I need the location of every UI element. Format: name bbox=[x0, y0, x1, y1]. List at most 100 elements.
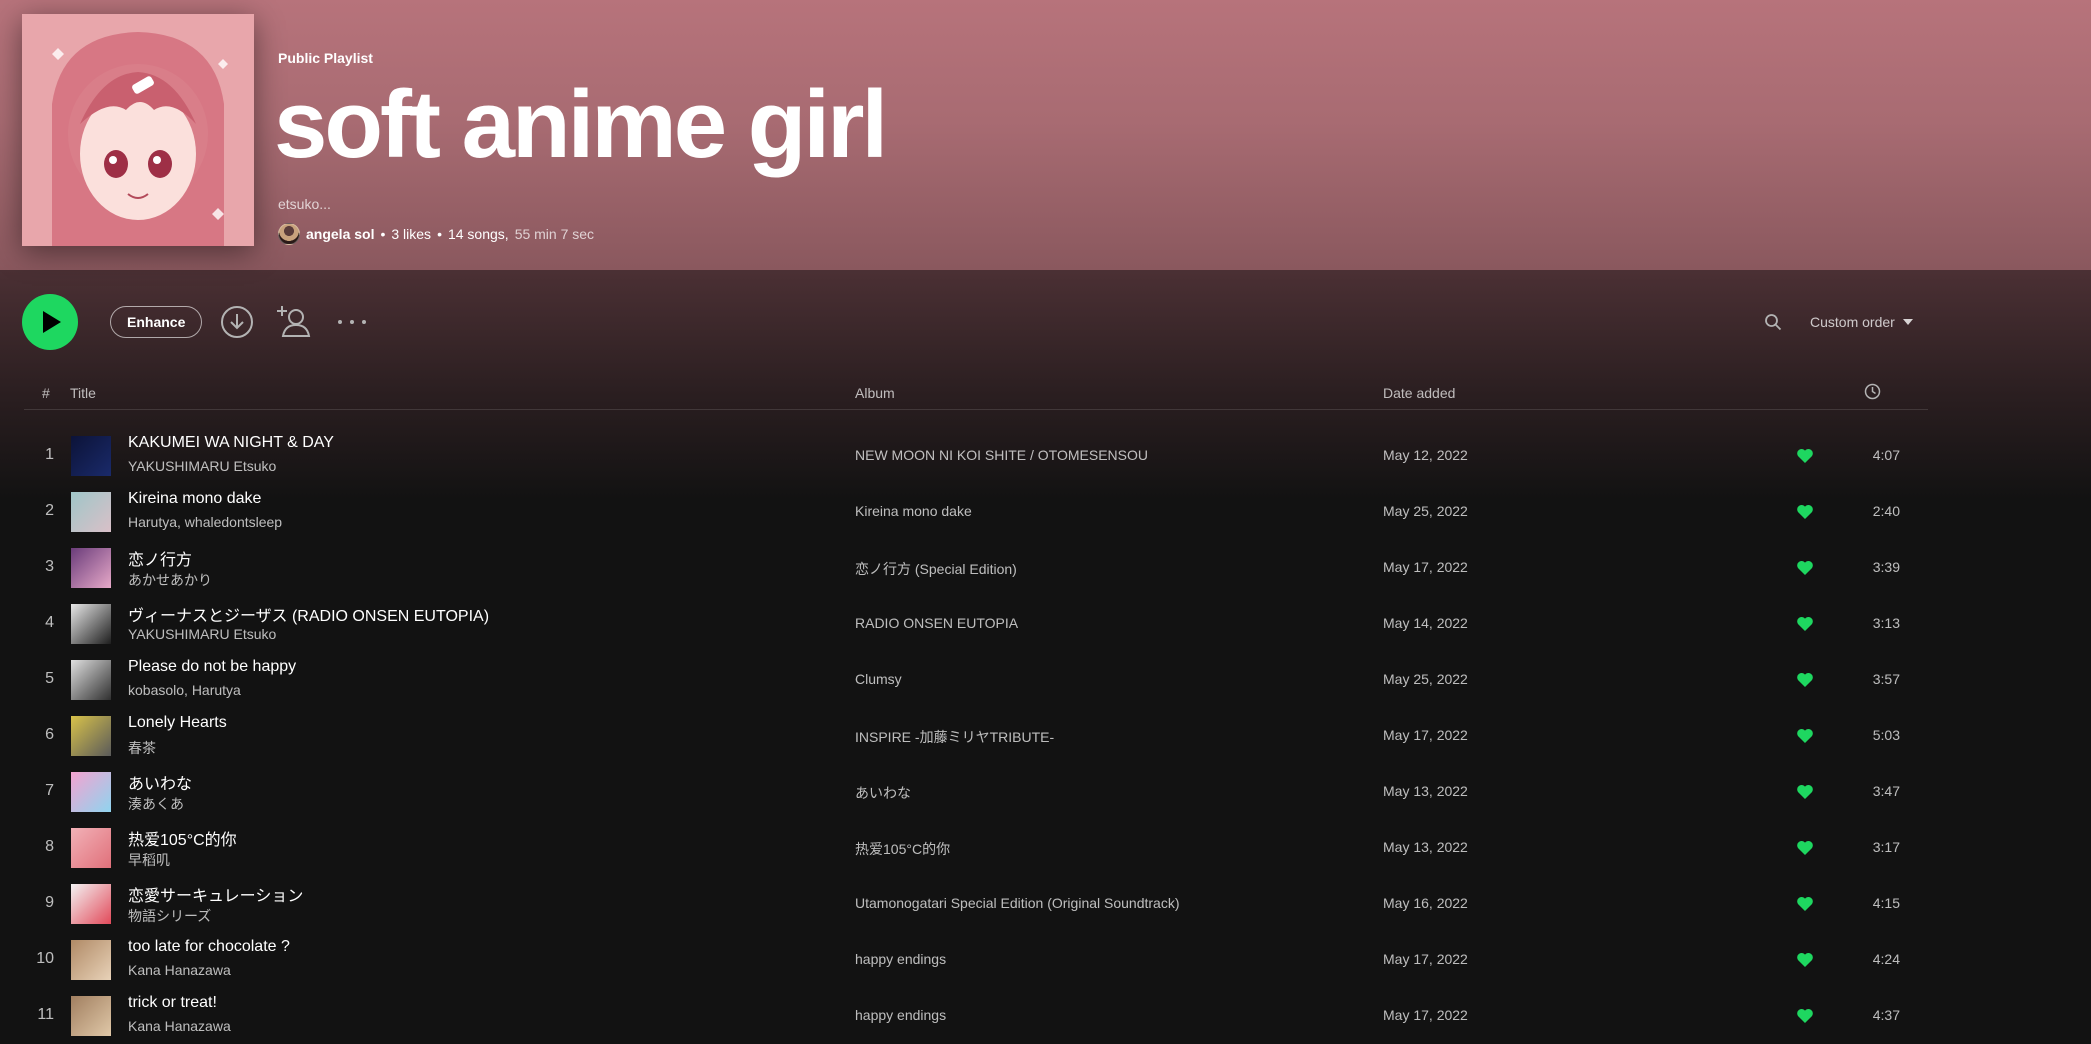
heart-icon[interactable] bbox=[1796, 503, 1814, 521]
track-album[interactable]: NEW MOON NI KOI SHITE / OTOMESENSOU bbox=[855, 447, 1148, 463]
track-title[interactable]: ヴィーナスとジーザス (RADIO ONSEN EUTOPIA) bbox=[128, 602, 489, 626]
column-album[interactable]: Album bbox=[855, 385, 895, 401]
track-date-added: May 17, 2022 bbox=[1383, 1007, 1468, 1023]
table-row[interactable]: 11 trick or treat! Kana Hanazawa happy e… bbox=[24, 988, 1928, 1044]
track-artist[interactable]: Harutya, whaledontsleep bbox=[128, 514, 282, 530]
table-row[interactable]: 4 ヴィーナスとジーザス (RADIO ONSEN EUTOPIA) YAKUS… bbox=[24, 596, 1928, 652]
track-album[interactable]: INSPIRE -加藤ミリヤTRIBUTE- bbox=[855, 727, 1054, 747]
album-art bbox=[71, 604, 111, 644]
track-date-added: May 17, 2022 bbox=[1383, 951, 1468, 967]
track-album[interactable]: Utamonogatari Special Edition (Original … bbox=[855, 895, 1180, 911]
heart-icon[interactable] bbox=[1796, 615, 1814, 633]
track-artist[interactable]: Kana Hanazawa bbox=[128, 1018, 231, 1034]
album-art bbox=[71, 548, 111, 588]
track-title[interactable]: あいわな bbox=[128, 770, 192, 794]
track-album[interactable]: Clumsy bbox=[855, 671, 902, 687]
table-row[interactable]: 10 too late for chocolate ? Kana Hanazaw… bbox=[24, 932, 1928, 988]
owner-link[interactable]: angela sol bbox=[306, 226, 374, 242]
track-title[interactable]: trick or treat! bbox=[128, 994, 217, 1012]
clock-icon bbox=[1864, 383, 1881, 400]
add-user-icon bbox=[277, 306, 311, 337]
heart-icon[interactable] bbox=[1796, 559, 1814, 577]
track-title[interactable]: Kireina mono dake bbox=[128, 490, 261, 508]
album-art bbox=[71, 884, 111, 924]
table-row[interactable]: 1 KAKUMEI WA NIGHT & DAY YAKUSHIMARU Ets… bbox=[24, 428, 1928, 484]
track-album[interactable]: happy endings bbox=[855, 951, 946, 967]
track-date-added: May 17, 2022 bbox=[1383, 559, 1468, 575]
meta-separator: • bbox=[380, 226, 386, 242]
enhance-button[interactable]: Enhance bbox=[110, 306, 203, 338]
track-artist[interactable]: YAKUSHIMARU Etsuko bbox=[128, 626, 276, 642]
songs-count: 14 songs, bbox=[447, 226, 509, 242]
heart-icon[interactable] bbox=[1796, 783, 1814, 801]
track-artist[interactable]: 早稻叽 bbox=[128, 850, 170, 870]
heart-icon[interactable] bbox=[1796, 727, 1814, 745]
track-number: 11 bbox=[37, 1006, 54, 1023]
playlist-cover[interactable] bbox=[22, 14, 254, 246]
table-row[interactable]: 7 あいわな 湊あくあ あいわな May 13, 2022 3:47 bbox=[24, 764, 1928, 820]
track-table-header: # Title Album Date added bbox=[24, 378, 1928, 410]
track-artist[interactable]: あかせあかり bbox=[128, 570, 212, 590]
album-art bbox=[71, 660, 111, 700]
track-title[interactable]: too late for chocolate ? bbox=[128, 938, 290, 956]
heart-icon[interactable] bbox=[1796, 1007, 1814, 1025]
heart-icon[interactable] bbox=[1796, 895, 1814, 913]
track-title[interactable]: 热爱105°C的你 bbox=[128, 826, 237, 850]
search-in-playlist-button[interactable] bbox=[1762, 311, 1784, 333]
more-options-button[interactable] bbox=[334, 312, 370, 332]
track-duration: 3:47 bbox=[1872, 783, 1900, 799]
track-number: 1 bbox=[45, 446, 54, 463]
table-row[interactable]: 3 恋ノ行方 あかせあかり 恋ノ行方 (Special Edition) May… bbox=[24, 540, 1928, 596]
track-title[interactable]: Please do not be happy bbox=[128, 658, 296, 676]
track-album[interactable]: 恋ノ行方 (Special Edition) bbox=[855, 559, 1017, 579]
track-number: 3 bbox=[45, 558, 54, 575]
sort-dropdown[interactable]: Custom order bbox=[1810, 311, 1913, 333]
album-art bbox=[71, 772, 111, 812]
track-artist[interactable]: kobasolo, Harutya bbox=[128, 682, 241, 698]
play-button[interactable] bbox=[22, 294, 78, 350]
playlist-description: etsuko... bbox=[278, 196, 331, 212]
track-artist[interactable]: 春茶 bbox=[128, 738, 156, 758]
track-album[interactable]: RADIO ONSEN EUTOPIA bbox=[855, 615, 1018, 631]
column-number: # bbox=[42, 385, 50, 401]
heart-icon[interactable] bbox=[1796, 671, 1814, 689]
column-duration[interactable] bbox=[1864, 383, 1881, 403]
download-icon bbox=[221, 306, 253, 338]
track-artist[interactable]: 物語シリーズ bbox=[128, 906, 211, 926]
track-album[interactable]: happy endings bbox=[855, 1007, 946, 1023]
track-title[interactable]: Lonely Hearts bbox=[128, 714, 227, 732]
table-row[interactable]: 5 Please do not be happy kobasolo, Harut… bbox=[24, 652, 1928, 708]
table-row[interactable]: 8 热爱105°C的你 早稻叽 热爱105°C的你 May 13, 2022 3… bbox=[24, 820, 1928, 876]
track-date-added: May 25, 2022 bbox=[1383, 671, 1468, 687]
avatar[interactable] bbox=[278, 223, 300, 245]
table-row[interactable]: 9 恋愛サーキュレーション 物語シリーズ Utamonogatari Speci… bbox=[24, 876, 1928, 932]
track-album[interactable]: 热爱105°C的你 bbox=[855, 839, 950, 859]
track-album[interactable]: あいわな bbox=[855, 783, 911, 803]
track-duration: 3:17 bbox=[1872, 839, 1900, 855]
track-number: 9 bbox=[45, 894, 54, 911]
album-art bbox=[71, 996, 111, 1036]
track-title[interactable]: KAKUMEI WA NIGHT & DAY bbox=[128, 434, 334, 452]
table-row[interactable]: 6 Lonely Hearts 春茶 INSPIRE -加藤ミリヤTRIBUTE… bbox=[24, 708, 1928, 764]
column-title[interactable]: Title bbox=[70, 385, 96, 401]
track-duration: 5:03 bbox=[1872, 727, 1900, 743]
track-title[interactable]: 恋愛サーキュレーション bbox=[128, 882, 303, 906]
track-album[interactable]: Kireina mono dake bbox=[855, 503, 972, 519]
track-duration: 3:57 bbox=[1872, 671, 1900, 687]
download-button[interactable] bbox=[220, 305, 254, 339]
table-row[interactable]: 2 Kireina mono dake Harutya, whaledontsl… bbox=[24, 484, 1928, 540]
track-list: 1 KAKUMEI WA NIGHT & DAY YAKUSHIMARU Ets… bbox=[24, 428, 1928, 1044]
column-date-added[interactable]: Date added bbox=[1383, 385, 1455, 401]
heart-icon[interactable] bbox=[1796, 447, 1814, 465]
invite-collaborators-button[interactable] bbox=[276, 303, 312, 339]
track-title[interactable]: 恋ノ行方 bbox=[128, 546, 192, 570]
heart-icon[interactable] bbox=[1796, 951, 1814, 969]
track-date-added: May 16, 2022 bbox=[1383, 895, 1468, 911]
track-artist[interactable]: Kana Hanazawa bbox=[128, 962, 231, 978]
track-duration: 2:40 bbox=[1872, 503, 1900, 519]
heart-icon[interactable] bbox=[1796, 839, 1814, 857]
track-artist[interactable]: 湊あくあ bbox=[128, 794, 184, 814]
track-artist[interactable]: YAKUSHIMARU Etsuko bbox=[128, 458, 276, 474]
playlist-meta: angela sol • 3 likes • 14 songs, 55 min … bbox=[278, 222, 594, 246]
album-art bbox=[71, 436, 111, 476]
